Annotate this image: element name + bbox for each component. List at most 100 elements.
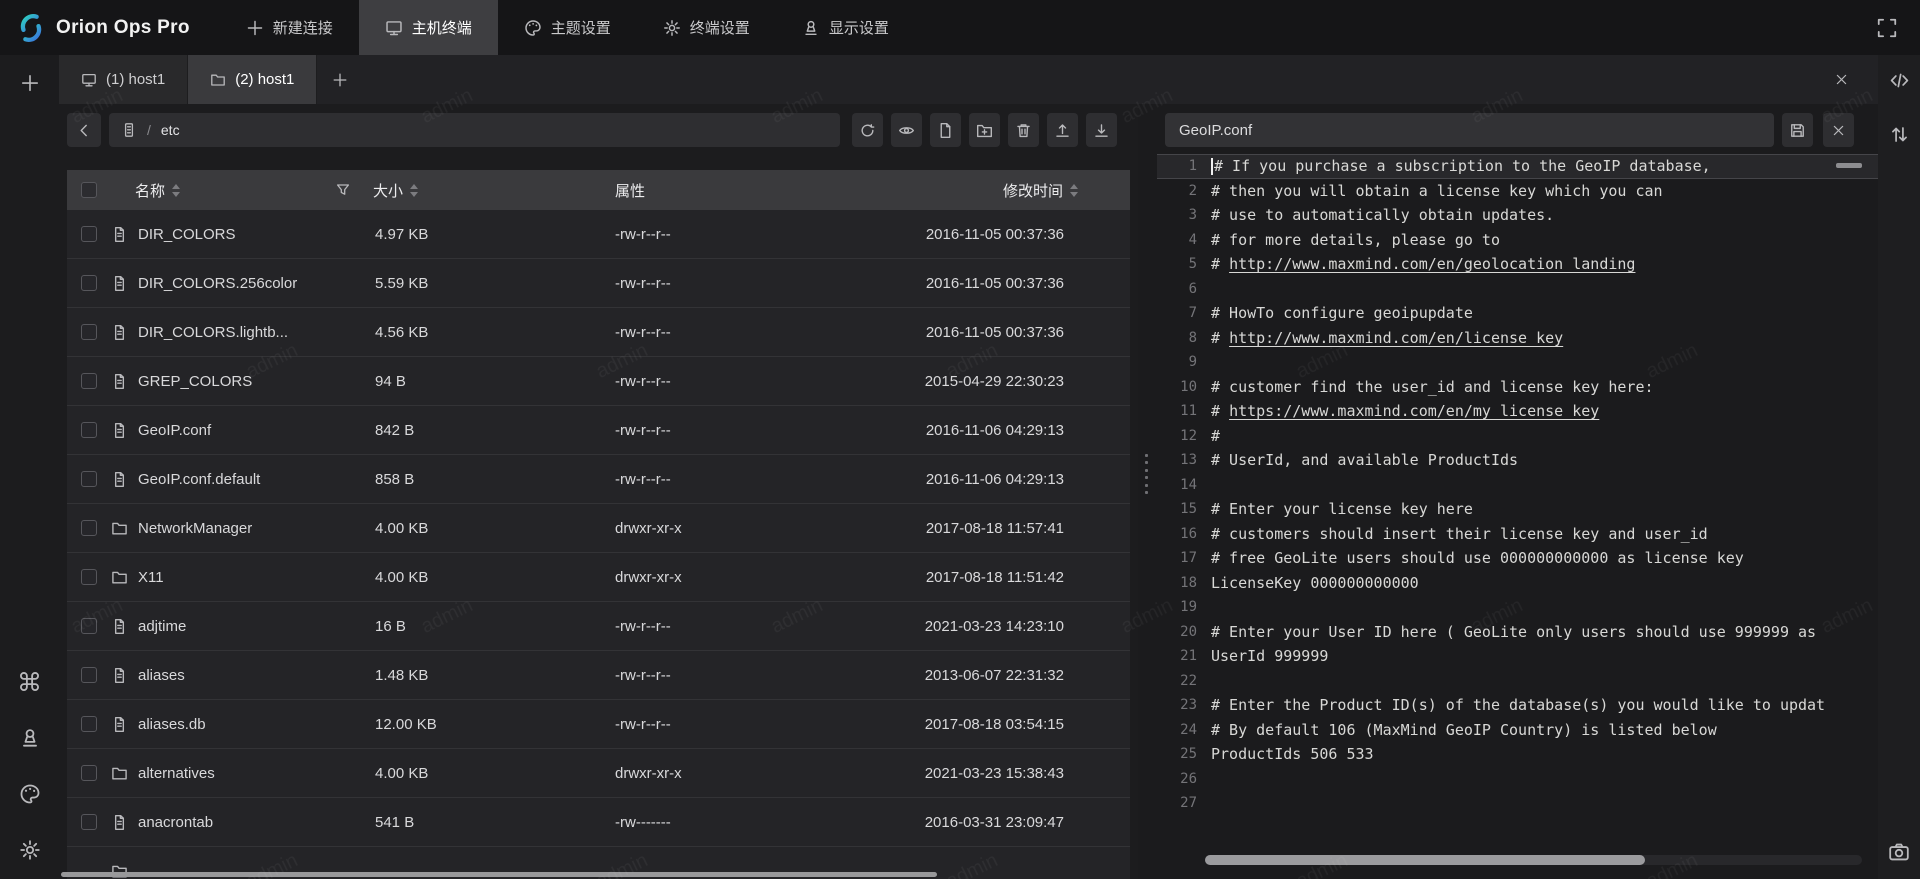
row-checkbox[interactable] (81, 422, 97, 438)
code-line[interactable]: 19 (1157, 595, 1878, 620)
config-link[interactable]: http://www.maxmind.com/en/license_key (1229, 329, 1563, 347)
nav-item-3[interactable]: 主题设置 (498, 0, 637, 55)
file-name[interactable]: alternatives (138, 765, 215, 782)
row-checkbox[interactable] (81, 373, 97, 389)
file-name[interactable]: DIR_COLORS.lightb... (138, 324, 288, 341)
table-row[interactable]: alternatives4.00 KBdrwxr-xr-x2021-03-23 … (67, 749, 1130, 798)
nav-item-5[interactable]: 显示设置 (776, 0, 915, 55)
file-name[interactable]: GREP_COLORS (138, 373, 252, 390)
download-button[interactable] (1086, 113, 1117, 147)
table-row[interactable]: NetworkManager4.00 KBdrwxr-xr-x2017-08-1… (67, 504, 1130, 553)
code-line[interactable]: 2# then you will obtain a license key wh… (1157, 179, 1878, 204)
code-line[interactable]: 16# customers should insert their licens… (1157, 522, 1878, 547)
sidebar-camera-icon[interactable] (1884, 837, 1914, 867)
eye-button[interactable] (891, 113, 922, 147)
code-line[interactable]: 8# http://www.maxmind.com/en/license_key (1157, 326, 1878, 351)
table-row[interactable]: GeoIP.conf842 B-rw-r--r--2016-11-06 04:2… (67, 406, 1130, 455)
row-checkbox[interactable] (81, 667, 97, 683)
editor-hscroll-thumb[interactable] (1205, 855, 1645, 865)
file-name[interactable]: GeoIP.conf (138, 422, 211, 439)
code-line[interactable]: 26 (1157, 767, 1878, 792)
config-link[interactable]: https://www.maxmind.com/en/my_license_ke… (1229, 402, 1599, 420)
table-row[interactable]: adjtime16 B-rw-r--r--2021-03-23 14:23:10 (67, 602, 1130, 651)
code-line[interactable]: 5# http://www.maxmind.com/en/geolocation… (1157, 252, 1878, 277)
table-row[interactable]: X114.00 KBdrwxr-xr-x2017-08-18 11:51:42 (67, 553, 1130, 602)
sidebar-code-icon[interactable] (1884, 65, 1914, 95)
code-line[interactable]: 9 (1157, 350, 1878, 375)
nav-item-2[interactable]: 主机终端 (359, 0, 498, 55)
sidebar-command-icon[interactable]: ⌘ (15, 667, 45, 697)
close-editor-button[interactable] (1823, 113, 1854, 147)
column-header-name[interactable]: 名称 (135, 180, 165, 201)
table-row[interactable]: anacrontab541 B-rw-------2016-03-31 23:0… (67, 798, 1130, 847)
code-line[interactable]: 13# UserId, and available ProductIds (1157, 448, 1878, 473)
refresh-button[interactable] (852, 113, 883, 147)
code-editor[interactable]: 1# If you purchase a subscription to the… (1157, 154, 1878, 879)
code-line[interactable]: 15# Enter your license key here (1157, 497, 1878, 522)
code-line[interactable]: 7# HowTo configure geoipupdate (1157, 301, 1878, 326)
session-tab-2[interactable]: (2) host1 (188, 55, 317, 104)
code-line[interactable]: 1# If you purchase a subscription to the… (1157, 154, 1878, 179)
row-checkbox[interactable] (81, 226, 97, 242)
row-checkbox[interactable] (81, 324, 97, 340)
code-line[interactable]: 27 (1157, 791, 1878, 816)
panel-resize-handle[interactable] (1140, 452, 1152, 496)
select-all-checkbox[interactable] (81, 182, 97, 198)
code-line[interactable]: 18LicenseKey 000000000000 (1157, 571, 1878, 596)
table-row[interactable]: DIR_COLORS4.97 KB-rw-r--r--2016-11-05 00… (67, 210, 1130, 259)
table-row[interactable]: DIR_COLORS.256color5.59 KB-rw-r--r--2016… (67, 259, 1130, 308)
filter-icon[interactable] (335, 182, 351, 198)
code-line[interactable]: 21UserId 999999 (1157, 644, 1878, 669)
file-name[interactable]: NetworkManager (138, 520, 252, 537)
row-checkbox[interactable] (81, 814, 97, 830)
new-file-button[interactable] (930, 113, 961, 147)
code-line[interactable]: 25ProductIds 506 533 (1157, 742, 1878, 767)
table-row[interactable]: DIR_COLORS.lightb...4.56 KB-rw-r--r--201… (67, 308, 1130, 357)
code-line[interactable]: 10# customer find the user_id and licens… (1157, 375, 1878, 400)
add-tab-button[interactable] (317, 55, 363, 104)
code-line[interactable]: 14 (1157, 473, 1878, 498)
file-name[interactable]: X11 (138, 569, 164, 586)
row-checkbox[interactable] (81, 765, 97, 781)
config-link[interactable]: http://www.maxmind.com/en/geolocation_la… (1229, 255, 1635, 273)
save-button[interactable] (1782, 113, 1813, 147)
fullscreen-icon[interactable] (1872, 13, 1902, 43)
row-checkbox[interactable] (81, 618, 97, 634)
code-line[interactable]: 24# By default 106 (MaxMind GeoIP Countr… (1157, 718, 1878, 743)
upload-button[interactable] (1047, 113, 1078, 147)
file-table-hscrollbar[interactable] (61, 872, 937, 877)
code-line[interactable]: 23# Enter the Product ID(s) of the datab… (1157, 693, 1878, 718)
session-tab-1[interactable]: (1) host1 (59, 55, 188, 104)
code-line[interactable]: 4# for more details, please go to (1157, 228, 1878, 253)
row-checkbox[interactable] (81, 569, 97, 585)
table-row[interactable]: aliases1.48 KB-rw-r--r--2013-06-07 22:31… (67, 651, 1130, 700)
table-row[interactable]: GeoIP.conf.default858 B-rw-r--r--2016-11… (67, 455, 1130, 504)
table-row[interactable]: aliases.db12.00 KB-rw-r--r--2017-08-18 0… (67, 700, 1130, 749)
back-button[interactable] (67, 113, 101, 147)
row-checkbox[interactable] (81, 471, 97, 487)
table-row[interactable]: GREP_COLORS94 B-rw-r--r--2015-04-29 22:3… (67, 357, 1130, 406)
sort-carets-size[interactable] (410, 184, 418, 197)
file-name[interactable]: DIR_COLORS (138, 226, 236, 243)
sidebar-plus-icon[interactable] (15, 68, 45, 98)
row-checkbox[interactable] (81, 275, 97, 291)
column-header-mtime[interactable]: 修改时间 (1003, 180, 1063, 201)
code-line[interactable]: 20# Enter your User ID here ( GeoLite on… (1157, 620, 1878, 645)
code-line[interactable]: 11# https://www.maxmind.com/en/my_licens… (1157, 399, 1878, 424)
editor-vscroll-thumb[interactable] (1836, 163, 1862, 168)
editor-filename-field[interactable]: GeoIP.conf (1165, 113, 1774, 147)
code-line[interactable]: 17# free GeoLite users should use 000000… (1157, 546, 1878, 571)
sidebar-palette-icon[interactable] (15, 779, 45, 809)
file-name[interactable]: aliases (138, 667, 185, 684)
row-checkbox[interactable] (81, 716, 97, 732)
column-header-size[interactable]: 大小 (373, 180, 403, 201)
sidebar-swap-vertical-icon[interactable] (1884, 119, 1914, 149)
file-name[interactable]: anacrontab (138, 814, 213, 831)
path-breadcrumb[interactable]: / etc (109, 113, 840, 147)
sidebar-gear-icon[interactable] (15, 835, 45, 865)
sort-carets-mtime[interactable] (1070, 184, 1078, 197)
code-line[interactable]: 3# use to automatically obtain updates. (1157, 203, 1878, 228)
nav-item-4[interactable]: 终端设置 (637, 0, 776, 55)
code-line[interactable]: 6 (1157, 277, 1878, 302)
file-name[interactable]: GeoIP.conf.default (138, 471, 260, 488)
